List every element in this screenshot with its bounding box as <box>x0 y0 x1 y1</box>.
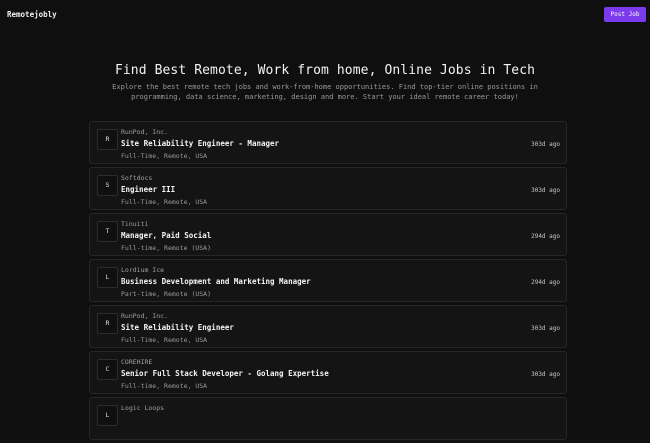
company-avatar: L <box>97 267 118 288</box>
job-title[interactable]: Site Reliability Engineer - Manager <box>121 139 279 148</box>
job-meta: Full-Time, Remote, USA <box>121 152 208 160</box>
job-card[interactable]: L Logic Loops <box>89 397 567 440</box>
job-title[interactable]: Site Reliability Engineer <box>121 323 234 332</box>
posted-time: 303d ago <box>531 141 560 148</box>
posted-time: 303d ago <box>531 187 560 194</box>
posted-time: 303d ago <box>531 325 560 332</box>
top-navigation-bar: Remotejobly Post Job <box>0 0 650 30</box>
job-meta: Full-Time, Remote, USA <box>121 198 208 206</box>
company-name: Logic Loops <box>121 404 165 412</box>
posted-time: 294d ago <box>531 279 560 286</box>
job-card[interactable]: L Lordium Ice Business Development and M… <box>89 259 567 302</box>
job-meta: Full-Time, Remote, USA <box>121 336 208 344</box>
company-name: Softdocs <box>121 174 153 182</box>
job-meta: Full-time, Remote (USA) <box>121 244 212 252</box>
company-name: Tinuiti <box>121 220 149 228</box>
page-title: Find Best Remote, Work from home, Online… <box>114 63 536 78</box>
company-name: RunPod, Inc. <box>121 312 168 320</box>
site-logo[interactable]: Remotejobly <box>7 10 57 19</box>
job-card[interactable]: C COREHIRE Senior Full Stack Developer -… <box>89 351 567 394</box>
company-name: RunPod, Inc. <box>121 128 168 136</box>
posted-time: 303d ago <box>531 371 560 378</box>
post-job-button[interactable]: Post Job <box>604 7 646 22</box>
job-meta: Full-time, Remote, USA <box>121 382 208 390</box>
company-avatar: R <box>97 129 118 150</box>
job-title[interactable]: Senior Full Stack Developer - Golang Exp… <box>121 369 329 378</box>
company-name: COREHIRE <box>121 358 153 366</box>
job-card[interactable]: R RunPod, Inc. Site Reliability Engineer… <box>89 305 567 348</box>
job-card[interactable]: R RunPod, Inc. Site Reliability Engineer… <box>89 121 567 164</box>
company-avatar: S <box>97 175 118 196</box>
job-card[interactable]: S Softdocs Engineer III Full-Time, Remot… <box>89 167 567 210</box>
company-name: Lordium Ice <box>121 266 165 274</box>
page-subtitle: Explore the best remote tech jobs and wo… <box>112 83 538 101</box>
job-meta: Part-time, Remote (USA) <box>121 290 212 298</box>
company-avatar: T <box>97 221 118 242</box>
job-title[interactable]: Manager, Paid Social <box>121 231 211 240</box>
job-card[interactable]: T Tinuiti Manager, Paid Social Full-time… <box>89 213 567 256</box>
company-avatar: C <box>97 359 118 380</box>
job-title[interactable]: Business Development and Marketing Manag… <box>121 277 311 286</box>
job-title[interactable]: Engineer III <box>121 185 175 194</box>
job-list: R RunPod, Inc. Site Reliability Engineer… <box>89 121 567 443</box>
company-avatar: R <box>97 313 118 334</box>
posted-time: 294d ago <box>531 233 560 240</box>
company-avatar: L <box>97 405 118 426</box>
